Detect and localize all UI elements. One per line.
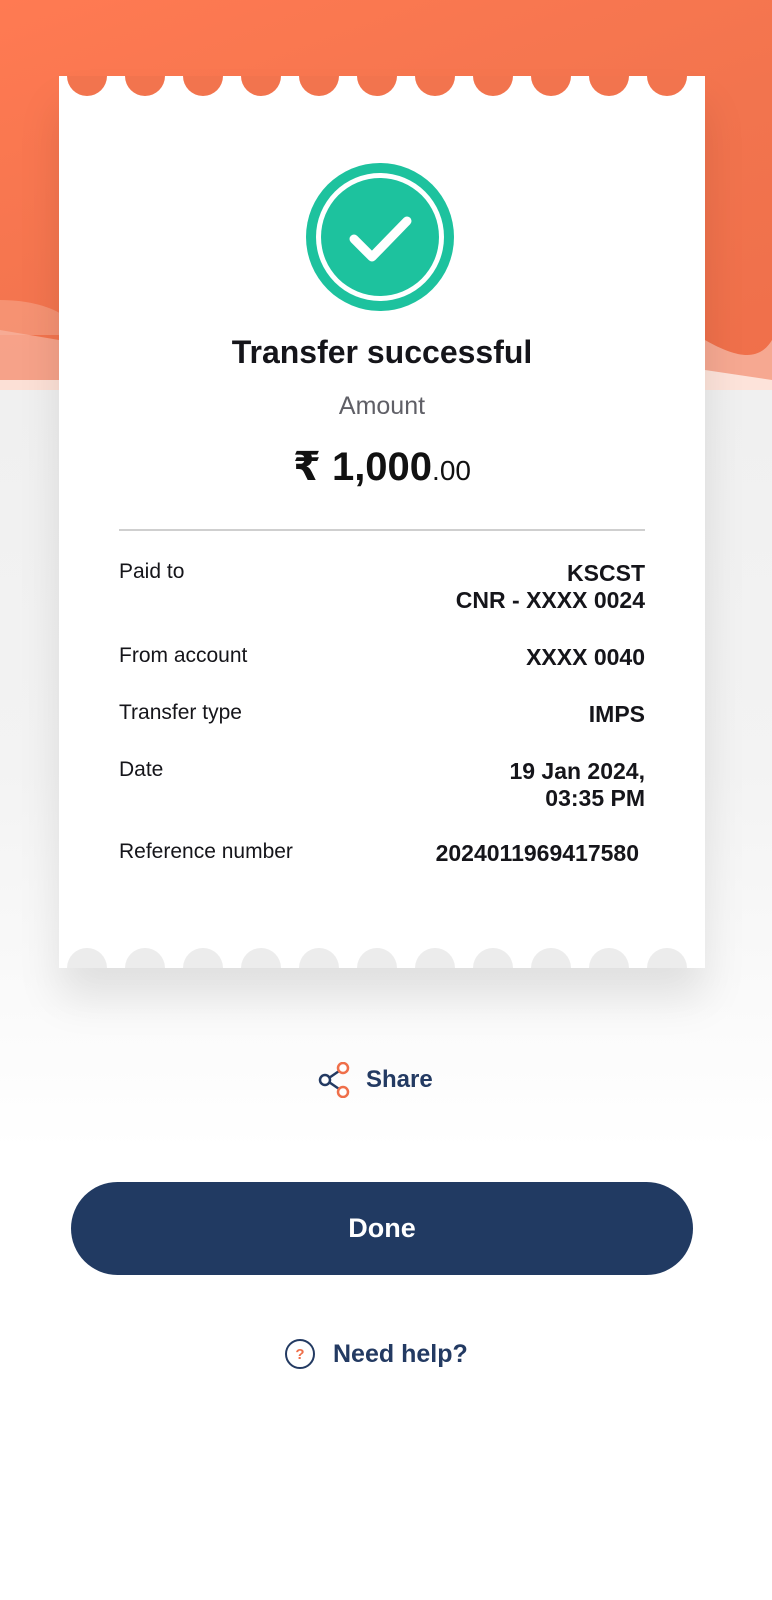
transfer-status-title: Transfer successful xyxy=(231,334,533,370)
question-circle-icon: ? xyxy=(285,1339,315,1369)
detail-label: Reference number xyxy=(119,840,293,863)
detail-value: IMPS xyxy=(588,701,645,727)
detail-label: Paid to xyxy=(119,560,185,583)
detail-label: From account xyxy=(119,644,248,667)
share-icon xyxy=(318,1062,350,1098)
detail-value: XXXX 0040 xyxy=(526,644,645,670)
detail-value: 19 Jan 2024, 03:35 PM xyxy=(509,758,645,811)
share-label: Share xyxy=(366,1066,433,1093)
receipt-top-scallop-edge xyxy=(59,76,705,100)
detail-row-paid-to: Paid to KSCST CNR - XXXX 0024 xyxy=(119,560,645,620)
need-help-label: Need help? xyxy=(333,1339,468,1368)
detail-value: KSCST CNR - XXXX 0024 xyxy=(455,560,645,613)
need-help-link[interactable]: ? Need help? xyxy=(285,1336,468,1372)
transaction-receipt-card: Transfer successful Amount ₹ 1,000.00 Pa… xyxy=(59,76,705,968)
divider xyxy=(119,529,645,531)
detail-row-transfer-type: Transfer type IMPS xyxy=(119,701,645,731)
detail-row-date: Date 19 Jan 2024, 03:35 PM xyxy=(119,758,645,818)
transfer-amount: ₹ 1,000.00 xyxy=(59,444,705,490)
check-circle-icon xyxy=(306,163,454,311)
amount-main: ₹ 1,000 xyxy=(293,445,433,489)
share-button[interactable]: Share xyxy=(318,1062,433,1098)
detail-row-reference-number: Reference number 2024011969417580 xyxy=(119,840,645,870)
detail-value: 2024011969417580 xyxy=(435,840,639,866)
detail-label: Date xyxy=(119,758,164,781)
receipt-bottom-scallop-edge xyxy=(59,944,705,968)
done-button[interactable]: Done xyxy=(71,1182,693,1275)
amount-decimal: .00 xyxy=(432,455,471,486)
detail-row-from-account: From account XXXX 0040 xyxy=(119,644,645,674)
detail-label: Transfer type xyxy=(119,701,242,724)
amount-label: Amount xyxy=(338,392,426,420)
